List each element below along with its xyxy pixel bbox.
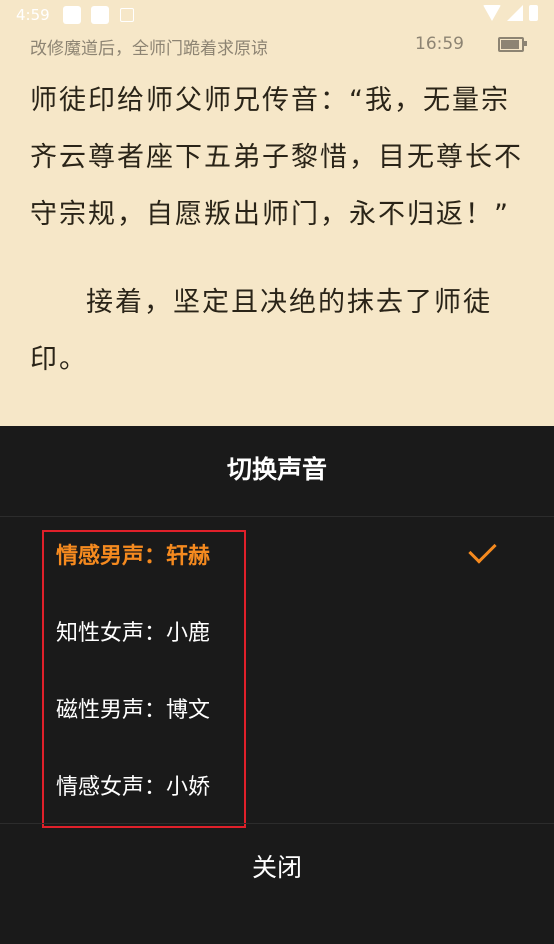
- battery-icon: [529, 5, 538, 21]
- status-icons: [483, 5, 538, 21]
- reader-header: 改修魔道后，全师门跪着求原谅 16:59: [30, 34, 527, 59]
- notification-icon: [91, 6, 109, 24]
- reader-battery-icon: [498, 37, 527, 52]
- divider: [0, 516, 554, 517]
- close-label: 关闭: [251, 853, 302, 882]
- notification-icon: [63, 6, 81, 24]
- reader-content[interactable]: 师徒印给师父师兄传音：“我，无量宗齐云尊者座下五弟子黎惜，目无尊长不守宗规，自愿…: [30, 72, 530, 388]
- signal-icon: [507, 5, 523, 21]
- wifi-icon: [483, 5, 501, 21]
- chapter-title: 改修魔道后，全师门跪着求原谅: [30, 39, 268, 59]
- highlight-box: [42, 530, 246, 828]
- status-bar: 4:59: [0, 0, 554, 30]
- voice-switch-sheet: 切换声音 情感男声：轩赫 知性女声：小鹿 磁性男声：博文 情感女声：小娇 关闭: [0, 426, 554, 944]
- check-icon: [468, 535, 497, 564]
- paragraph: 师徒印给师父师兄传音：“我，无量宗齐云尊者座下五弟子黎惜，目无尊长不守宗规，自愿…: [30, 85, 523, 230]
- notification-icon: [120, 8, 134, 22]
- close-button[interactable]: 关闭: [0, 824, 554, 944]
- reader-clock: 16:59: [415, 34, 464, 54]
- paragraph: 接着，坚定且决绝的抹去了师徒印。: [30, 287, 492, 375]
- status-time: 4:59: [16, 6, 50, 24]
- sheet-title: 切换声音: [226, 455, 327, 484]
